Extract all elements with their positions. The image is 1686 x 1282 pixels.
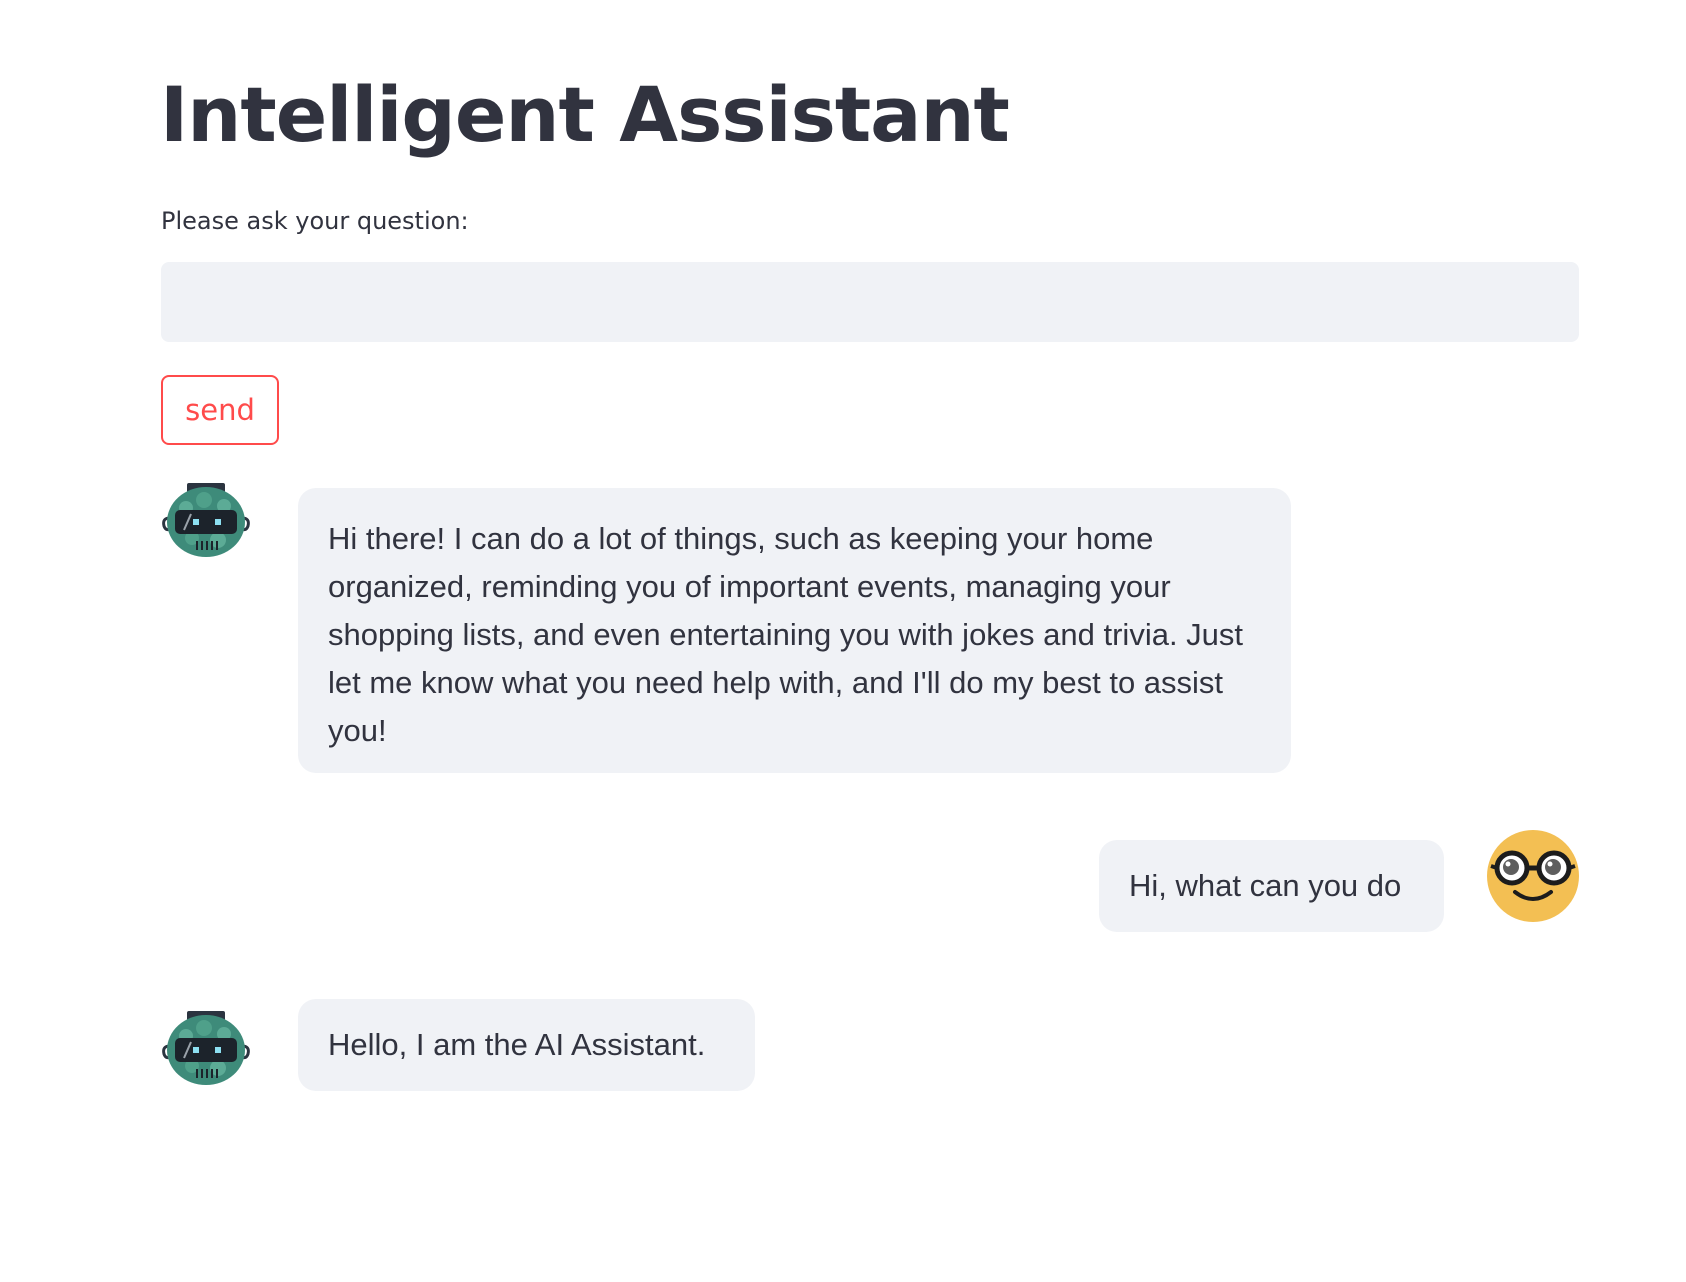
page-title: Intelligent Assistant [160,70,1010,159]
assistant-avatar [160,472,252,564]
assistant-message-bubble: Hello, I am the AI Assistant. [298,999,755,1091]
assistant-avatar [160,1000,252,1092]
user-avatar [1487,830,1579,922]
question-input[interactable] [161,262,1579,342]
assistant-message-bubble: Hi there! I can do a lot of things, such… [298,488,1291,773]
robot-icon [162,483,250,557]
send-button[interactable]: send [161,375,279,445]
robot-icon [162,1011,250,1085]
nerd-face-icon [1487,830,1579,922]
user-message-bubble: Hi, what can you do [1099,840,1444,932]
question-input-label: Please ask your question: [161,207,469,235]
